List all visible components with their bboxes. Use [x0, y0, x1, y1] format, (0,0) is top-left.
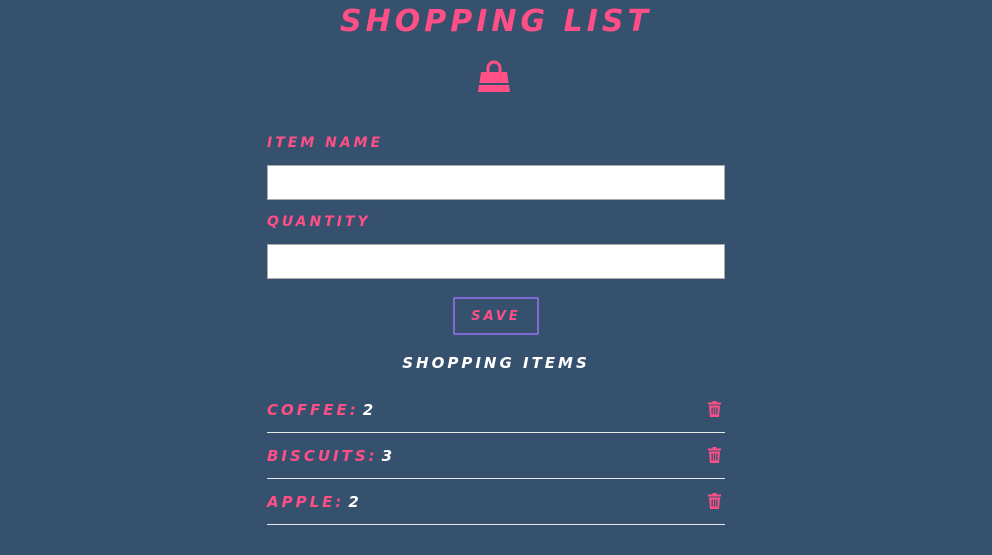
item-quantity: 3 [381, 447, 396, 465]
trash-icon[interactable] [708, 493, 721, 509]
item-name: Biscuits: [267, 447, 378, 465]
quantity-input[interactable] [267, 244, 725, 279]
page-title: Shopping List [340, 4, 652, 39]
shopping-bag-icon [478, 60, 510, 92]
shopping-items-list: Coffee: 2 Biscuits: 3 [267, 387, 725, 525]
item-name: Apple: [267, 493, 345, 511]
item-text: Coffee: 2 [267, 399, 376, 421]
item-text: Apple: 2 [267, 491, 362, 513]
trash-icon[interactable] [708, 401, 721, 417]
list-item: Biscuits: 3 [267, 433, 725, 479]
item-text: Biscuits: 3 [267, 445, 395, 467]
save-button[interactable]: Save [453, 297, 539, 335]
item-quantity: 2 [362, 401, 377, 419]
item-name-input[interactable] [267, 165, 725, 200]
item-quantity: 2 [348, 493, 362, 511]
items-heading: Shopping Items [402, 354, 590, 372]
quantity-label: Quantity [267, 214, 371, 230]
item-name: Coffee: [267, 401, 359, 419]
item-name-label: Item Name [267, 135, 384, 151]
trash-icon[interactable] [708, 447, 721, 463]
shopping-list-page: Shopping List Item Name Quantity Save Sh… [0, 0, 992, 555]
add-item-form: Item Name Quantity [267, 132, 725, 290]
list-item: Apple: 2 [267, 479, 725, 525]
list-item: Coffee: 2 [267, 387, 725, 433]
